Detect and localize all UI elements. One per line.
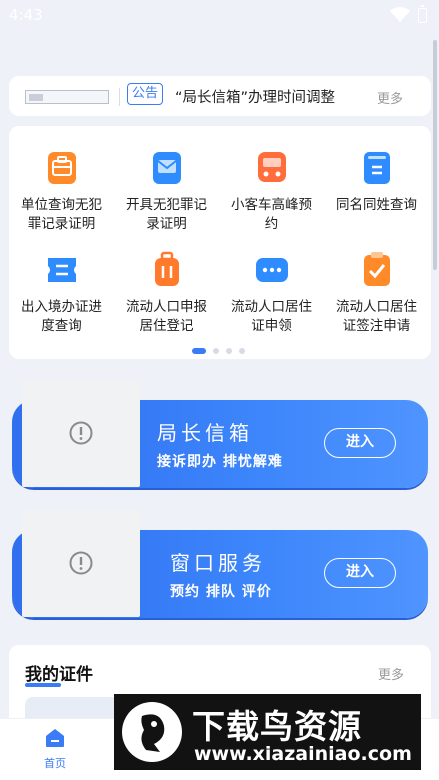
- envelope-icon: [152, 152, 181, 184]
- notice-divider: [119, 88, 120, 106]
- service-label: 流动人口居住 证签注申请: [336, 299, 417, 334]
- banner-title: 窗口服务: [170, 551, 266, 575]
- wifi-icon: [390, 7, 410, 22]
- notice-image-placeholder: [25, 90, 109, 104]
- page-dot[interactable]: [213, 348, 219, 354]
- services-grid: 单位查询无犯 罪记录证明 开具无犯罪记 录证明 小客车高峰预约 同名同姓查询 出…: [9, 126, 431, 359]
- service-label: 流动人口申报 居住登记: [126, 299, 207, 334]
- service-item[interactable]: 出入境办证进 度查询: [9, 250, 114, 336]
- watermark-overlay: 下载鸟资源 www.xiazainiao.com: [114, 694, 421, 770]
- enter-button[interactable]: 进入: [324, 428, 396, 458]
- page-indicator: [192, 348, 245, 354]
- checklist-icon: [363, 252, 390, 286]
- page-dot[interactable]: [239, 348, 245, 354]
- status-icons: [390, 4, 427, 23]
- notice-tag: 公告: [127, 83, 164, 105]
- nav-item-home[interactable]: 首页: [20, 727, 90, 771]
- banner-subtitle: 预约 排队 评价: [170, 584, 272, 600]
- service-item[interactable]: 小客车高峰预约: [219, 148, 324, 234]
- service-item[interactable]: 单位查询无犯 罪记录证明: [9, 148, 114, 234]
- service-label: 出入境办证进 度查询: [21, 299, 102, 334]
- bus-icon: [257, 152, 286, 182]
- chat-card-icon: [255, 258, 288, 282]
- warning-icon: [69, 551, 93, 575]
- notice-more-link[interactable]: 更多: [377, 88, 403, 107]
- watermark-title: 下载鸟资源: [192, 707, 362, 746]
- banner-subtitle: 接诉即办 排忧解难: [157, 454, 283, 470]
- home-icon: [46, 729, 64, 747]
- banner-image-placeholder: [22, 510, 140, 617]
- service-item[interactable]: 流动人口居住 证签注申请: [324, 250, 429, 336]
- ticket-icon: [47, 258, 76, 282]
- service-label: 单位查询无犯 罪记录证明: [21, 197, 102, 232]
- banner-image-placeholder: [22, 380, 140, 487]
- service-item[interactable]: 开具无犯罪记 录证明: [114, 148, 219, 234]
- service-item[interactable]: 同名同姓查询: [324, 148, 429, 215]
- service-label: 小客车高峰预约: [231, 197, 312, 232]
- luggage-icon: [154, 251, 179, 286]
- service-item[interactable]: 流动人口居住 证申领: [219, 250, 324, 336]
- bird-logo-icon: [122, 702, 182, 762]
- service-label: 开具无犯罪记 录证明: [126, 197, 207, 232]
- service-label: 同名同姓查询: [336, 197, 417, 213]
- section-title: 我的证件: [25, 665, 93, 685]
- service-item[interactable]: 流动人口申报 居住登记: [114, 250, 219, 336]
- certificates-more-link[interactable]: 更多: [378, 664, 404, 683]
- watermark-url: www.xiazainiao.com: [194, 743, 412, 765]
- notice-text[interactable]: “局长信箱”办理时间调整: [175, 86, 335, 107]
- page-dot-active[interactable]: [192, 348, 206, 354]
- scrollbar[interactable]: [433, 40, 437, 270]
- status-time: 4:43: [9, 6, 43, 24]
- banner-title: 局长信箱: [157, 421, 253, 445]
- document-icon: [363, 152, 390, 184]
- enter-button[interactable]: 进入: [324, 558, 396, 588]
- service-label: 流动人口居住 证申领: [231, 299, 312, 334]
- notice-bar[interactable]: 公告 “局长信箱”办理时间调整 更多: [9, 76, 431, 116]
- page-dot[interactable]: [226, 348, 232, 354]
- title-underline: [25, 683, 61, 687]
- nav-label: 首页: [44, 757, 66, 770]
- status-bar: 4:43: [0, 0, 439, 32]
- battery-icon: [418, 4, 427, 23]
- briefcase-icon: [47, 152, 76, 184]
- warning-icon: [69, 421, 93, 445]
